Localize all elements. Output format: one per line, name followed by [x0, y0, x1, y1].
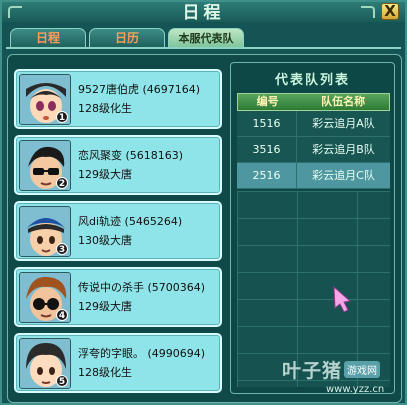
- character-avatar: 2: [19, 140, 71, 191]
- rank-badge: 1: [56, 111, 68, 123]
- team-name: 彩云追月C队: [312, 169, 375, 182]
- character-avatar: 1: [19, 74, 71, 125]
- watermark: 叶子猪 游戏网 www.yzz.cn: [282, 356, 406, 402]
- character-card[interactable]: 3 风di轨迹 (5465264) 130级大唐: [14, 201, 222, 261]
- header-team-name: 队伍名称: [321, 95, 366, 108]
- team-name: 彩云追月A队: [312, 117, 375, 130]
- pointer-cursor-icon: [332, 285, 354, 317]
- team-list-title: 代表队列表: [274, 73, 350, 88]
- character-level: 130级大唐: [78, 234, 132, 247]
- table-row-selected[interactable]: 2516 彩云追月C队: [237, 163, 390, 189]
- character-avatar: 3: [19, 206, 71, 257]
- character-card[interactable]: 1 9527唐伯虎 (4697164) 128级化生: [14, 69, 222, 129]
- character-avatar: 4: [19, 272, 71, 323]
- team-id: 1516: [237, 111, 297, 136]
- character-level: 128级化生: [78, 102, 132, 115]
- character-name: 恋风聚变 (5618163): [78, 149, 184, 162]
- rank-badge: 2: [56, 177, 68, 189]
- watermark-brand: 叶子猪: [282, 360, 343, 382]
- tab-divider: [6, 47, 401, 49]
- schedule-window: 日程 X 日程 日历 本服代表队 1 9527唐伯虎 (4697164) 128…: [0, 0, 407, 405]
- title-ornament-right: [361, 6, 375, 18]
- tab-calendar[interactable]: 日历: [89, 28, 165, 48]
- watermark-tag: 游戏网: [344, 361, 380, 378]
- character-name: 9527唐伯虎 (4697164): [78, 83, 201, 96]
- team-id: 3516: [237, 137, 297, 162]
- close-button[interactable]: X: [381, 3, 399, 20]
- table-row[interactable]: 1516 彩云追月A队: [237, 111, 390, 137]
- team-table: 编号 队伍名称 1516 彩云追月A队 3516 彩云追月B队 2516 彩云追…: [237, 93, 390, 189]
- rank-badge: 5: [56, 375, 68, 387]
- tab-schedule[interactable]: 日程: [10, 28, 86, 48]
- table-row[interactable]: 3516 彩云追月B队: [237, 137, 390, 163]
- window-title: 日程: [182, 3, 225, 23]
- team-list-panel: 代表队列表 编号 队伍名称 1516 彩云追月A队 3516 彩云追月B队 25…: [230, 62, 395, 394]
- team-id: 2516: [237, 163, 297, 188]
- character-level: 128级化生: [78, 366, 132, 379]
- title-bar[interactable]: 日程: [2, 2, 405, 23]
- team-table-header: 编号 队伍名称: [237, 93, 390, 111]
- character-avatar: 5: [19, 338, 71, 389]
- tab-bar: 日程 日历 本服代表队: [10, 28, 244, 48]
- watermark-url: www.yzz.cn: [326, 384, 385, 395]
- character-name: 风di轨迹 (5465264): [78, 215, 183, 228]
- character-name: 传说中の杀手 (5700364): [78, 281, 206, 294]
- character-level: 129级大唐: [78, 168, 132, 181]
- character-card[interactable]: 5 浮夸的字眼。 (4990694) 128级化生: [14, 333, 222, 393]
- character-card[interactable]: 4 传说中の杀手 (5700364) 129级大唐: [14, 267, 222, 327]
- header-id: 编号: [256, 95, 279, 108]
- character-level: 129级大唐: [78, 300, 132, 313]
- team-name: 彩云追月B队: [312, 143, 375, 156]
- tab-server-team[interactable]: 本服代表队: [168, 28, 244, 48]
- character-card[interactable]: 2 恋风聚变 (5618163) 129级大唐: [14, 135, 222, 195]
- character-name: 浮夸的字眼。 (4990694): [78, 347, 206, 360]
- rank-badge: 3: [56, 243, 68, 255]
- rank-badge: 4: [56, 309, 68, 321]
